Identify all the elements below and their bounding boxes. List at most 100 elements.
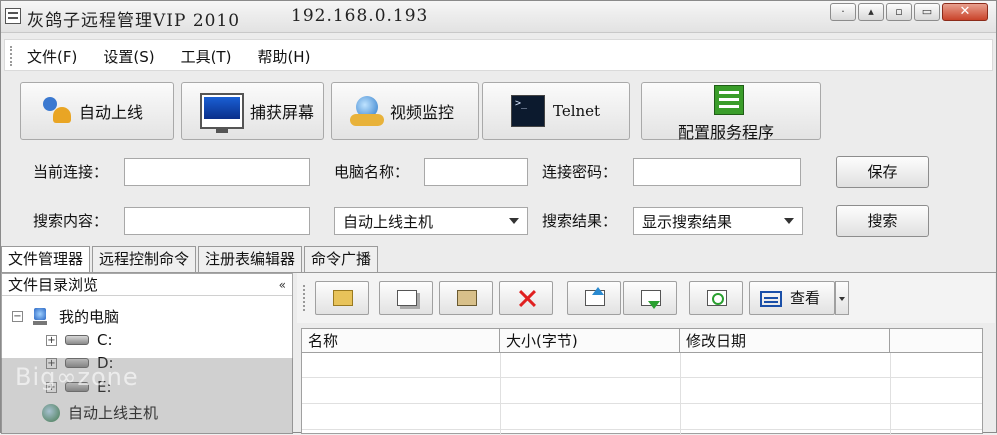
config-server-button[interactable]: 配置服务程序 (641, 82, 821, 142)
column-separator (500, 353, 501, 435)
search-scope-value: 自动上线主机 (343, 213, 434, 231)
tab-file-manager[interactable]: 文件管理器 (1, 246, 91, 272)
search-result-label: 搜索结果： (542, 212, 618, 230)
view-label: 查看 (790, 289, 821, 307)
menu-grip[interactable] (10, 46, 13, 66)
list-row-empty (302, 353, 982, 378)
refresh-button[interactable] (689, 281, 743, 315)
column-modified[interactable]: 修改日期 (680, 329, 890, 353)
column-separator (680, 353, 681, 435)
upload-icon (585, 287, 605, 306)
menu-tools[interactable]: 工具(T) (181, 46, 232, 67)
computer-name-input[interactable] (424, 158, 528, 186)
directory-tree-header: 文件目录浏览 « (2, 274, 292, 296)
telnet-label: Telnet (553, 102, 601, 120)
refresh-icon (707, 290, 727, 306)
menu-settings[interactable]: 设置(S) (103, 46, 154, 67)
monitor-icon (200, 93, 244, 133)
menu-bar: 文件(F) 设置(S) 工具(T) 帮助(H) (4, 39, 993, 71)
directory-tree-title: 文件目录浏览 (8, 276, 99, 294)
download-button[interactable] (623, 281, 677, 315)
current-connection-input[interactable] (124, 158, 310, 186)
minimize-button[interactable]: ▫ (886, 3, 912, 21)
minimize-icon: ▫ (895, 5, 903, 18)
column-separator (890, 353, 891, 435)
file-toolbar: 查看 (297, 273, 995, 323)
paste-button[interactable] (439, 281, 493, 315)
tab-strip: 文件管理器 远程控制命令 注册表编辑器 命令广播 (1, 246, 380, 272)
search-scope-select[interactable]: 自动上线主机 (334, 207, 528, 235)
dot-icon: · (841, 5, 845, 18)
video-monitor-button[interactable]: 视频监控 (331, 82, 479, 140)
caption-buttons: · ▴ ▫ ▭ ✕ (830, 3, 988, 25)
rollup-button[interactable]: ▴ (858, 3, 884, 21)
users-icon (39, 95, 71, 127)
paste-icon (457, 290, 477, 306)
terminal-icon (511, 95, 545, 127)
telnet-button[interactable]: Telnet (482, 82, 630, 140)
main-toolbar: 自动上线 捕获屏幕 视频监控 Telnet 配置服务程序 (4, 75, 993, 147)
computer-icon (31, 307, 49, 326)
watermark-text: Big∞zone (15, 363, 139, 391)
collapse-panel-icon[interactable]: « (279, 274, 286, 296)
file-list[interactable]: 名称 大小(字节) 修改日期 (301, 328, 983, 435)
drive-label: C: (97, 331, 113, 349)
maximize-icon: ▭ (921, 5, 933, 18)
upload-button[interactable] (567, 281, 621, 315)
capture-screen-button[interactable]: 捕获屏幕 (181, 82, 324, 140)
close-button[interactable]: ✕ (942, 3, 988, 21)
maximize-button[interactable]: ▭ (914, 3, 940, 21)
delete-button[interactable] (499, 281, 553, 315)
app-icon[interactable] (5, 8, 21, 24)
password-input[interactable] (633, 158, 801, 186)
tree-drive-c[interactable]: + C: (46, 331, 113, 349)
title-bar: 灰鸽子远程管理VIP 2010 192.168.0.193 · ▴ ▫ ▭ ✕ (1, 1, 996, 33)
search-content-input[interactable] (124, 207, 310, 235)
window-title-ip: 192.168.0.193 (291, 6, 429, 26)
auto-online-label: 自动上线 (79, 103, 144, 122)
webcam-icon (350, 94, 384, 128)
column-name[interactable]: 名称 (302, 329, 500, 353)
column-size[interactable]: 大小(字节) (500, 329, 680, 353)
up-folder-button[interactable] (315, 281, 369, 315)
chevron-down-icon (509, 218, 519, 224)
password-label: 连接密码： (542, 163, 618, 181)
tab-registry-editor[interactable]: 注册表编辑器 (198, 246, 303, 272)
search-result-select[interactable]: 显示搜索结果 (633, 207, 803, 235)
menu-file[interactable]: 文件(F) (27, 46, 77, 67)
video-monitor-label: 视频监控 (390, 103, 455, 122)
menu-help[interactable]: 帮助(H) (257, 46, 310, 67)
toolbar-grip[interactable] (303, 285, 306, 311)
config-server-label: 配置服务程序 (678, 123, 775, 142)
copy-button[interactable] (379, 281, 433, 315)
computer-name-label: 电脑名称： (334, 163, 410, 181)
delete-icon (517, 290, 537, 306)
tab-remote-commands[interactable]: 远程控制命令 (92, 246, 197, 272)
list-row-empty (302, 405, 982, 430)
list-row-empty (302, 379, 982, 404)
extra-caption-button[interactable]: · (830, 3, 856, 21)
expand-toggle-icon[interactable]: + (46, 334, 57, 346)
tree-root-my-computer[interactable]: − 我的电脑 (12, 306, 119, 327)
view-dropdown-button[interactable] (835, 281, 849, 315)
tree-root-label: 我的电脑 (59, 308, 120, 326)
save-button[interactable]: 保存 (836, 156, 929, 188)
chevron-down-icon (784, 218, 794, 224)
view-button[interactable]: 查看 (749, 281, 835, 315)
search-result-value: 显示搜索结果 (642, 213, 733, 231)
file-list-header: 名称 大小(字节) 修改日期 (302, 329, 982, 353)
config-icon (714, 85, 744, 115)
collapse-toggle-icon[interactable]: − (12, 311, 23, 322)
search-button[interactable]: 搜索 (836, 205, 929, 237)
view-grid-icon (760, 291, 782, 307)
main-window: 灰鸽子远程管理VIP 2010 192.168.0.193 · ▴ ▫ ▭ ✕ … (0, 0, 997, 435)
copy-icon (397, 290, 417, 306)
tab-command-broadcast[interactable]: 命令广播 (304, 246, 379, 272)
auto-online-button[interactable]: 自动上线 (20, 82, 174, 140)
current-connection-label: 当前连接： (33, 163, 109, 181)
triangle-icon: ▴ (868, 5, 874, 18)
capture-screen-label: 捕获屏幕 (250, 103, 315, 122)
search-content-label: 搜索内容： (33, 212, 109, 230)
folder-up-icon (333, 290, 353, 306)
window-title: 灰鸽子远程管理VIP 2010 (27, 11, 241, 31)
